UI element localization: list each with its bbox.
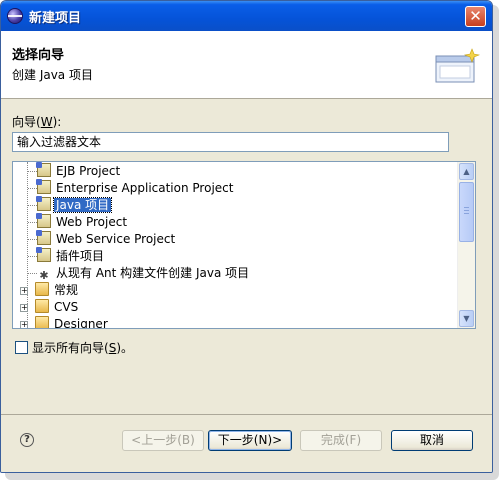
tree-connector (28, 239, 37, 240)
show-all-wizards-checkbox[interactable] (15, 341, 28, 354)
back-button[interactable]: <上一步(B) (122, 430, 204, 451)
plugin-project-icon (36, 247, 51, 262)
next-button[interactable]: 下一步(N)> (208, 430, 292, 451)
wizard-content: 向导(W): 输入过滤器文本 EJB Project Enterprise Ap… (1, 99, 492, 414)
title-bar[interactable]: 新建项目 ✕ (1, 1, 492, 32)
tree-item-web-service-project[interactable]: Web Service Project (36, 230, 177, 248)
chevron-down-icon: ▼ (463, 314, 470, 323)
scroll-up-button[interactable]: ▲ (459, 163, 474, 180)
java-project-icon (36, 196, 51, 211)
show-all-wizards-option[interactable]: 显示所有向导(S)。 (15, 340, 133, 356)
tree-item-java-project[interactable]: Java 项目 (36, 196, 113, 214)
ant-icon: ✱ (39, 269, 49, 282)
expand-toggle[interactable]: + (20, 321, 28, 328)
tree-item-web-project[interactable]: Web Project (36, 213, 129, 231)
grip-line (464, 207, 469, 208)
filter-input[interactable]: 输入过滤器文本 (12, 132, 449, 152)
grip-line (464, 213, 469, 214)
close-icon: ✕ (469, 7, 482, 25)
tree-connector (28, 256, 37, 257)
tree-item-plugin-project[interactable]: 插件项目 (36, 247, 106, 265)
expand-toggle[interactable]: + (20, 287, 28, 295)
expand-toggle[interactable]: + (20, 304, 28, 312)
wizard-header: 选择向导 创建 Java 项目 (1, 31, 492, 99)
scroll-down-button[interactable]: ▼ (459, 310, 474, 327)
folder-icon (35, 299, 49, 313)
tree-connector (28, 188, 37, 189)
folder-icon (35, 282, 49, 296)
window-title: 新建项目 (29, 11, 82, 26)
help-icon[interactable]: ? (20, 433, 34, 447)
enterprise-project-icon (36, 179, 51, 194)
tree-item-enterprise-application-project[interactable]: Enterprise Application Project (36, 179, 235, 197)
finish-button[interactable]: 完成(F) (300, 430, 382, 451)
grip-line (464, 210, 469, 211)
header-title: 选择向导 (12, 48, 65, 63)
tree-connector (28, 222, 37, 223)
new-wizard-banner-icon (435, 48, 480, 83)
tree-vertical-scrollbar[interactable]: ▲ ▼ (457, 162, 475, 328)
tree-folder-cvs[interactable]: CVS (35, 299, 80, 316)
tree-connector (28, 171, 37, 172)
tree-folder-general[interactable]: 常规 (35, 282, 80, 299)
scroll-thumb[interactable] (459, 182, 474, 242)
tree-connector (28, 205, 37, 206)
ejb-project-icon (36, 162, 51, 177)
cancel-button[interactable]: 取消 (391, 430, 473, 451)
web-project-icon (36, 213, 51, 228)
close-button[interactable]: ✕ (465, 6, 486, 27)
chevron-up-icon: ▲ (463, 167, 470, 176)
tree-item-ejb-project[interactable]: EJB Project (36, 162, 122, 180)
eclipse-icon (7, 8, 23, 24)
show-all-wizards-label: 显示所有向导(S)。 (32, 341, 133, 355)
tree-connector (28, 273, 37, 274)
tree-folder-designer[interactable]: Designer (35, 316, 110, 328)
wizard-tree[interactable]: EJB Project Enterprise Application Proje… (12, 161, 476, 329)
header-description: 创建 Java 项目 (12, 68, 93, 82)
tree-viewport: EJB Project Enterprise Application Proje… (13, 162, 458, 328)
web-service-project-icon (36, 230, 51, 245)
button-bar: ? <上一步(B) 下一步(N)> 完成(F) 取消 (1, 414, 492, 472)
new-project-dialog: 新建项目 ✕ 选择向导 创建 Java 项目 向导(W): 输入过滤器文本 EJ… (0, 0, 493, 473)
tree-item-ant-java-project[interactable]: ✱ 从现有 Ant 构建文件创建 Java 项目 (37, 265, 251, 282)
wizard-label: 向导(W): (12, 115, 62, 129)
folder-icon (35, 316, 49, 328)
